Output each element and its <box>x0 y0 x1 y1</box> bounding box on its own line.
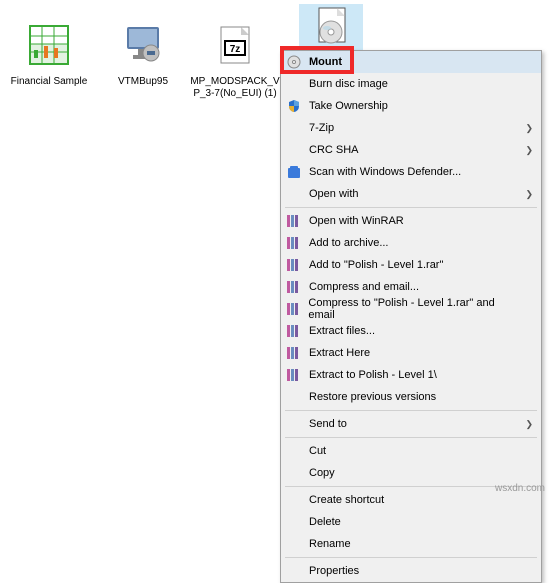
shield-icon <box>285 97 303 115</box>
menu-restore-versions[interactable]: Restore previous versions <box>281 386 541 408</box>
menu-label: Create shortcut <box>309 494 384 506</box>
svg-text:7z: 7z <box>230 44 241 55</box>
menu-open-winrar[interactable]: Open with WinRAR <box>281 210 541 232</box>
menu-label: Restore previous versions <box>309 391 436 403</box>
menu-compress-email[interactable]: Compress and email... <box>281 276 541 298</box>
file-item-excel[interactable]: Financial Sample <box>4 18 94 88</box>
exe-icon <box>116 18 170 72</box>
desktop-area[interactable]: Financial Sample VTMBup95 7z MP_MODSPACK… <box>0 0 551 500</box>
blank-icon <box>285 535 303 553</box>
file-label: Financial Sample <box>4 76 94 88</box>
blank-icon <box>285 464 303 482</box>
file-label: VTMBup95 <box>98 76 188 88</box>
menu-open-with[interactable]: Open with ❯ <box>281 183 541 205</box>
winrar-icon <box>285 322 303 340</box>
submenu-arrow-icon: ❯ <box>525 123 533 134</box>
menu-add-archive[interactable]: Add to archive... <box>281 232 541 254</box>
menu-extract-files[interactable]: Extract files... <box>281 320 541 342</box>
excel-icon <box>22 18 76 72</box>
disc-image-icon <box>299 4 363 52</box>
menu-label: Compress to "Polish - Level 1.rar" and e… <box>308 297 517 321</box>
file-item-7z[interactable]: 7z MP_MODSPACK_VP_3-7(No_EUI) (1) <box>190 18 280 100</box>
watermark: wsxdn.com <box>495 483 545 494</box>
defender-icon <box>285 163 303 181</box>
menu-label: Extract files... <box>309 325 375 337</box>
menu-scan-defender[interactable]: Scan with Windows Defender... <box>281 161 541 183</box>
menu-label: Copy <box>309 467 335 479</box>
menu-label: Extract to Polish - Level 1\ <box>309 369 437 381</box>
winrar-icon <box>285 366 303 384</box>
menu-cut[interactable]: Cut <box>281 440 541 462</box>
menu-label: Rename <box>309 538 351 550</box>
blank-icon <box>285 75 303 93</box>
blank-icon <box>285 388 303 406</box>
winrar-icon <box>285 278 303 296</box>
blank-icon <box>285 513 303 531</box>
menu-label: Scan with Windows Defender... <box>309 166 461 178</box>
submenu-arrow-icon: ❯ <box>525 189 533 200</box>
winrar-icon <box>285 212 303 230</box>
menu-extract-here[interactable]: Extract Here <box>281 342 541 364</box>
menu-label: Delete <box>309 516 341 528</box>
menu-label: CRC SHA <box>309 144 359 156</box>
menu-label: Open with WinRAR <box>309 215 404 227</box>
menu-label: Compress and email... <box>309 281 419 293</box>
file-label: MP_MODSPACK_VP_3-7(No_EUI) (1) <box>190 76 280 100</box>
menu-label: Add to "Polish - Level 1.rar" <box>309 259 443 271</box>
menu-separator <box>285 557 537 558</box>
blank-icon <box>285 562 303 580</box>
menu-separator <box>285 207 537 208</box>
blank-icon <box>285 185 303 203</box>
menu-extract-polish[interactable]: Extract to Polish - Level 1\ <box>281 364 541 386</box>
highlight-annotation <box>280 46 354 74</box>
blank-icon <box>285 491 303 509</box>
blank-icon <box>285 119 303 137</box>
menu-label: Cut <box>309 445 326 457</box>
menu-add-polish[interactable]: Add to "Polish - Level 1.rar" <box>281 254 541 276</box>
menu-7zip[interactable]: 7-Zip ❯ <box>281 117 541 139</box>
submenu-arrow-icon: ❯ <box>525 419 533 430</box>
context-menu: Mount Burn disc image Take Ownership 7-Z… <box>280 50 542 583</box>
winrar-icon <box>285 344 303 362</box>
menu-label: Burn disc image <box>309 78 388 90</box>
winrar-icon <box>285 234 303 252</box>
menu-label: Send to <box>309 418 347 430</box>
menu-rename[interactable]: Rename <box>281 533 541 555</box>
blank-icon <box>285 141 303 159</box>
menu-burn[interactable]: Burn disc image <box>281 73 541 95</box>
menu-properties[interactable]: Properties <box>281 560 541 582</box>
menu-delete[interactable]: Delete <box>281 511 541 533</box>
blank-icon <box>285 442 303 460</box>
menu-label: Properties <box>309 565 359 577</box>
menu-label: Open with <box>309 188 359 200</box>
submenu-arrow-icon: ❯ <box>525 145 533 156</box>
menu-take-ownership[interactable]: Take Ownership <box>281 95 541 117</box>
menu-send-to[interactable]: Send to ❯ <box>281 413 541 435</box>
menu-compress-polish-email[interactable]: Compress to "Polish - Level 1.rar" and e… <box>281 298 541 320</box>
blank-icon <box>285 415 303 433</box>
menu-label: Add to archive... <box>309 237 389 249</box>
7z-icon: 7z <box>208 18 262 72</box>
menu-separator <box>285 410 537 411</box>
menu-label: 7-Zip <box>309 122 334 134</box>
menu-label: Extract Here <box>309 347 370 359</box>
winrar-icon <box>285 256 303 274</box>
menu-separator <box>285 437 537 438</box>
menu-label: Take Ownership <box>309 100 388 112</box>
menu-copy[interactable]: Copy <box>281 462 541 484</box>
file-item-exe[interactable]: VTMBup95 <box>98 18 188 88</box>
winrar-icon <box>285 300 302 318</box>
menu-crc-sha[interactable]: CRC SHA ❯ <box>281 139 541 161</box>
